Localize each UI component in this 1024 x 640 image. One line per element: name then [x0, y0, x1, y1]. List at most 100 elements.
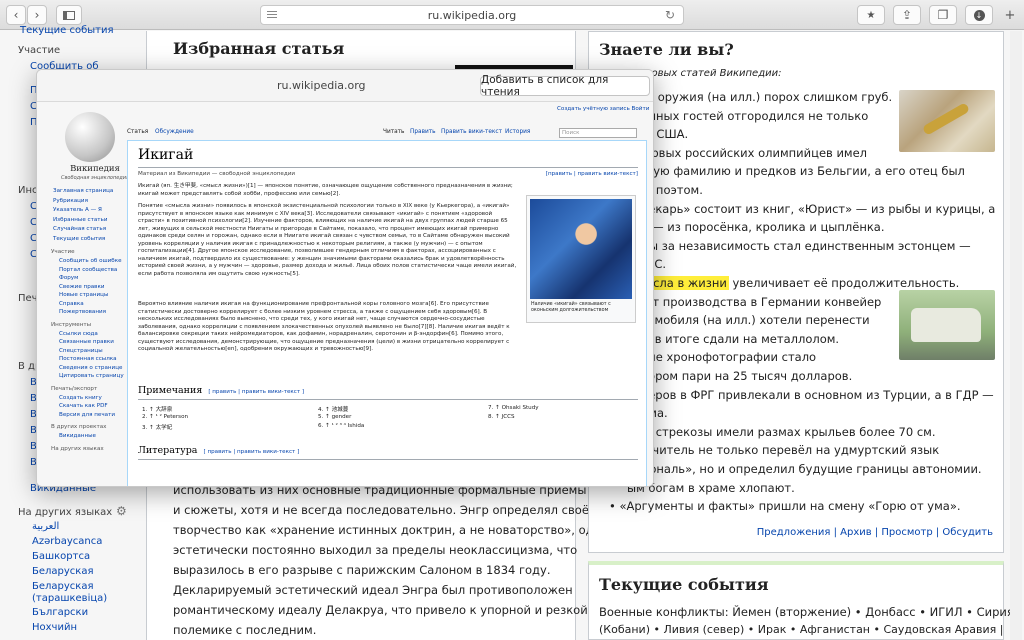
wiki-nav-link[interactable]: Портал сообщества	[59, 267, 117, 273]
sidebar-toggle-button[interactable]	[56, 5, 82, 25]
reference-item[interactable]: 6. ↑ ¹ ² ³ ⁴ Ishida	[318, 423, 364, 429]
reload-icon[interactable]: ↻	[665, 8, 675, 22]
sidebar-section-participation: Участие	[18, 45, 61, 56]
wikipedia-wordmark: Википедия	[70, 164, 120, 174]
did-you-know-image-bus[interactable]	[899, 290, 995, 360]
share-button[interactable]: ⇪	[893, 5, 921, 25]
wiki-nav-link[interactable]: Спецстраницы	[59, 348, 103, 354]
wikipedia-logo[interactable]: Википедия Свободная энциклопедия	[55, 108, 129, 181]
reference-item[interactable]: 1. ↑ 大辞泉	[142, 405, 172, 413]
edit-links[interactable]: [править | править вики-текст]	[546, 171, 638, 177]
forward-button[interactable]: ›	[27, 5, 47, 25]
article-paragraph: Понятие «смысла жизни» появилось в японс…	[138, 203, 517, 277]
wiki-nav-link[interactable]: Текущие события	[53, 236, 105, 242]
wiki-nav-link[interactable]: Новые страницы	[59, 292, 108, 298]
add-to-reading-list-button[interactable]: Добавить в список для чтения	[480, 74, 650, 98]
wiki-nav-link[interactable]: Форум	[59, 275, 78, 281]
did-you-know-footer-links[interactable]: Предложения | Архив | Просмотр | Обсудит…	[589, 527, 993, 538]
reading-list-button[interactable]: ★	[857, 5, 885, 25]
user-links[interactable]: Создать учётную запись Войти	[557, 106, 649, 112]
language-link[interactable]: Башкортса	[32, 551, 90, 562]
address-bar[interactable]: ru.wikipedia.org ↻	[260, 5, 684, 25]
new-tab-button[interactable]: +	[1000, 5, 1020, 25]
article-text-line: полемике с последним.	[173, 623, 317, 637]
wikipedia-tagline: Свободная энциклопедия	[60, 175, 130, 181]
chevron-left-icon: ‹	[13, 8, 19, 22]
language-link[interactable]: Беларуская	[32, 566, 93, 577]
did-you-know-image-key[interactable]	[899, 90, 995, 152]
did-you-know-item-line: ю, а в итоге сдали на металлолом.	[627, 331, 840, 346]
literature-heading: Литература [ править | править вики-текст…	[138, 445, 299, 456]
wiki-nav-link[interactable]: Случайная статья	[53, 226, 106, 232]
reference-item[interactable]: 4. ↑ 池城蔓	[318, 405, 348, 413]
address-text: ru.wikipedia.org	[427, 8, 517, 22]
did-you-know-item-line: автомобиля (на илл.) хотели перенести	[627, 313, 870, 328]
tab-discussion[interactable]: Обсуждение	[155, 129, 194, 135]
wiki-nav-link[interactable]: Постоянная ссылка	[59, 356, 117, 362]
current-events-line[interactable]: Военные конфликты: Йемен (вторжение) • Д…	[599, 605, 1014, 619]
wiki-nav-link[interactable]: Цитировать страницу	[59, 373, 124, 379]
wiki-nav-link[interactable]: Связанные правки	[59, 339, 114, 345]
did-you-know-item-line: ер» — из поросёнка, кролика и цыплёнка.	[627, 220, 885, 235]
page-scrollbar[interactable]	[1010, 31, 1022, 640]
wiki-nav-section: На других языках	[51, 445, 104, 452]
wiki-nav-link[interactable]: Создать книгу	[59, 395, 102, 401]
gear-icon[interactable]: ⚙	[116, 504, 127, 518]
wiki-nav-link[interactable]: Скачать как PDF	[59, 403, 108, 409]
reference-item[interactable]: 5. ↑ gender	[318, 414, 351, 420]
current-events-line[interactable]: (Кобани) • Ливия (север) • Ирак • Афгани…	[599, 623, 1003, 636]
article-paragraph: Вероятно влияние наличия икигая на функц…	[138, 301, 510, 352]
star-icon: ★	[866, 9, 876, 21]
sidebar-item-current-events[interactable]: Текущие события	[20, 25, 114, 36]
wiki-nav-link[interactable]: Сведения о странице	[59, 365, 122, 371]
tab-history[interactable]: История	[505, 129, 530, 135]
literature-edit-links[interactable]: [ править | править вики-текст ]	[203, 449, 299, 455]
search-input[interactable]: Поиск	[559, 128, 637, 138]
wiki-nav-link[interactable]: Ссылки сюда	[59, 331, 98, 337]
wiki-nav-link[interactable]: Пожертвования	[59, 309, 106, 315]
tab-edit[interactable]: Править	[410, 129, 436, 135]
wiki-nav-section: В других проектах	[51, 424, 107, 430]
tab-edit-source[interactable]: Править вики-текст	[441, 129, 502, 135]
wiki-nav-link[interactable]: Версия для печати	[59, 412, 115, 418]
language-link[interactable]: العربية	[32, 521, 59, 532]
did-you-know-item-line: шие стрекозы имели размах крыльев более …	[627, 424, 936, 439]
tabs-button[interactable]: ❐	[929, 5, 957, 25]
reference-item[interactable]: 7. ↑ Ohsaki Study	[488, 405, 539, 411]
wiki-nav-link[interactable]: Викиданные	[59, 433, 96, 439]
reader-icon[interactable]	[267, 11, 277, 20]
article-source-note: Материал из Википедии — свободной энцикл…	[138, 171, 295, 177]
tab-read[interactable]: Читать	[383, 129, 404, 135]
infobox: Наличие «икигай» связывают с оконьским д…	[526, 195, 636, 323]
references-title: Примечания	[138, 385, 203, 396]
article-text-line: и сюжеты, хотя и не всегда последователь…	[173, 503, 589, 517]
did-you-know-item-line: ациональ», но и определил будущие границ…	[627, 462, 982, 476]
reference-item[interactable]: 8. ↑ JCCS	[488, 414, 515, 420]
tab-article[interactable]: Статья	[127, 129, 148, 135]
dancer-photo[interactable]	[530, 199, 632, 299]
current-events-panel: Текущие события Военные конфликты: Йемен…	[588, 561, 1014, 640]
wiki-nav-link[interactable]: Свежие правки	[59, 284, 105, 290]
language-link[interactable]: Azərbaycanca	[32, 536, 102, 547]
globe-icon	[65, 112, 115, 162]
wiki-nav-link[interactable]: Сообщить об ошибке	[59, 258, 122, 264]
language-link[interactable]: Български	[32, 607, 88, 618]
references-edit-links[interactable]: [ править | править вики-текст ]	[208, 389, 304, 395]
literature-divider	[138, 459, 638, 460]
did-you-know-item-line: з первых российских олимпийцев имел	[627, 145, 868, 160]
wiki-nav-link[interactable]: Заглавная страница	[53, 188, 113, 194]
tabs-icon: ❐	[937, 8, 949, 22]
reference-item[interactable]: 3. ↑ 太学紀	[142, 423, 172, 431]
did-you-know-item-line: ойны за независимость стал единственным …	[627, 238, 971, 253]
did-you-know-item-line: еланных гостей отгородился не только	[627, 108, 869, 123]
wiki-nav-link[interactable]: Рубрикация	[53, 198, 88, 204]
wiki-nav-link[interactable]: Избранные статьи	[53, 217, 108, 223]
language-link[interactable]: Беларуская (тарашкевіца)	[32, 581, 132, 605]
language-link[interactable]: Нохчийн	[32, 622, 77, 633]
downloads-button[interactable]: ↓	[965, 5, 993, 25]
wiki-nav-link[interactable]: Указатель А — Я	[53, 207, 102, 213]
reference-item[interactable]: 2. ↑ ¹ ² Peterson	[142, 414, 188, 420]
back-button[interactable]: ‹	[6, 5, 26, 25]
wiki-nav-link[interactable]: Справка	[59, 301, 84, 307]
article-paragraph: Икигай (яп. 生き甲斐, «смысл жизни»)[1] — яп…	[138, 183, 513, 197]
